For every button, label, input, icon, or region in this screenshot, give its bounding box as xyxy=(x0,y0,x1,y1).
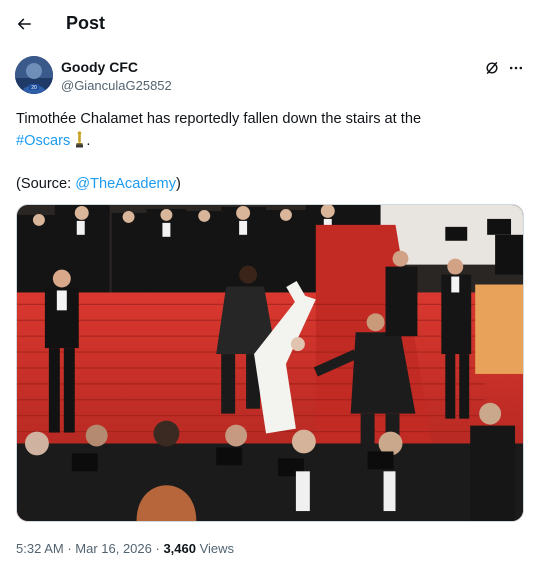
grok-icon xyxy=(486,61,498,75)
author-block: Goody CFC @GianculaG25852 xyxy=(61,59,172,94)
post-time[interactable]: 5:32 AM xyxy=(16,541,64,556)
meta-separator-1: · xyxy=(63,541,76,556)
tweet-media[interactable] xyxy=(16,204,524,522)
arrow-left-icon xyxy=(17,18,31,30)
tweet-text: Timothée Chalamet has reportedly fallen … xyxy=(16,108,526,195)
grok-button[interactable] xyxy=(482,59,502,77)
source-prefix: (Source: xyxy=(16,176,76,192)
hashtag-link[interactable]: #Oscars xyxy=(16,133,70,149)
tweet-line-2-suffix: . xyxy=(86,133,91,149)
more-horizontal-icon xyxy=(509,66,523,70)
views-count[interactable]: 3,460 xyxy=(163,541,196,556)
author-handle[interactable]: @GianculaG25852 xyxy=(61,77,172,94)
page-title: Post xyxy=(66,13,106,33)
tweet-meta: 5:32 AM · Mar 16, 2026 · 3,460 Views xyxy=(16,540,234,557)
tweet-line-2: #Oscars . xyxy=(16,130,526,152)
svg-text:20: 20 xyxy=(31,85,37,91)
mention-link[interactable]: @TheAcademy xyxy=(75,176,176,192)
source-line: (Source: @TheAcademy) xyxy=(16,173,526,195)
avatar[interactable]: 20 xyxy=(15,56,53,94)
author-name[interactable]: Goody CFC xyxy=(61,59,172,76)
source-suffix: ) xyxy=(176,176,181,192)
meta-separator-2: · xyxy=(151,541,164,556)
top-bar: Post xyxy=(0,0,539,46)
more-button[interactable] xyxy=(506,59,526,77)
tweet-line-1: Timothée Chalamet has reportedly fallen … xyxy=(16,111,422,127)
views-label: Views xyxy=(195,541,235,556)
avatar-image: 20 xyxy=(15,56,53,94)
post-date[interactable]: Mar 16, 2026 xyxy=(75,541,152,556)
back-button[interactable] xyxy=(9,9,39,39)
red-carpet-stairs-photo xyxy=(17,205,523,521)
oscar-trophy-icon xyxy=(76,131,84,148)
